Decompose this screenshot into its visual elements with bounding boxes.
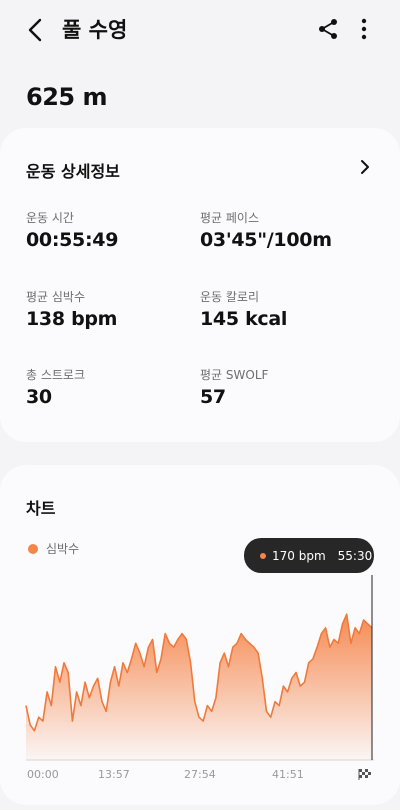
back-arrow-icon[interactable] [22,16,50,44]
avg-heart-rate-label: 평균 심박수 [26,290,86,304]
duration-label: 운동 시간 [26,211,74,225]
legend-dot [28,543,38,554]
calories-label: 운동 칼로리 [200,290,260,304]
more-options-icon[interactable] [352,17,376,41]
total-strokes-label: 총 스트로크 [26,368,86,382]
details-section-title: 운동 상세정보 [26,162,120,181]
app-bar: 풀 수영 [0,0,400,60]
workout-details-card[interactable]: 운동 상세정보 운동 시간 00:55:49 평균 페이스 03'45"/100… [0,128,400,442]
legend-label: 심박수 [46,542,80,556]
tooltip-time: 55:30 [337,548,373,563]
tooltip-dot [260,552,266,559]
duration-value: 00:55:49 [26,229,119,251]
page-title: 풀 수영 [62,18,128,42]
avg-swolf-label: 평균 SWOLF [200,368,269,382]
total-strokes-value: 30 [26,386,52,408]
x-tick-label: 13:57 [98,768,130,781]
avg-pace-value: 03'45"/100m [200,229,332,251]
share-icon[interactable] [316,17,340,41]
calories-value: 145 kcal [200,308,288,330]
total-distance: 625 m [26,83,107,111]
heart-rate-chart[interactable] [0,575,400,770]
chevron-right-icon[interactable] [356,158,374,176]
avg-heart-rate-value: 138 bpm [26,308,118,330]
x-tick-label: 41:51 [272,768,304,781]
x-tick-label: 27:54 [184,768,216,781]
x-tick-label: 00:00 [27,768,59,781]
chart-legend: 심박수 [28,540,79,557]
tooltip-value: 170 bpm [272,548,326,563]
chart-tooltip: 170 bpm 55:30 [244,538,374,573]
avg-swolf-value: 57 [200,386,226,408]
avg-pace-label: 평균 페이스 [200,211,260,225]
chart-card: 차트 심박수 170 bpm 55:30 00:00 13:57 27:54 4… [0,465,400,805]
chart-section-title: 차트 [26,499,56,518]
checkered-flag-icon [358,768,372,780]
